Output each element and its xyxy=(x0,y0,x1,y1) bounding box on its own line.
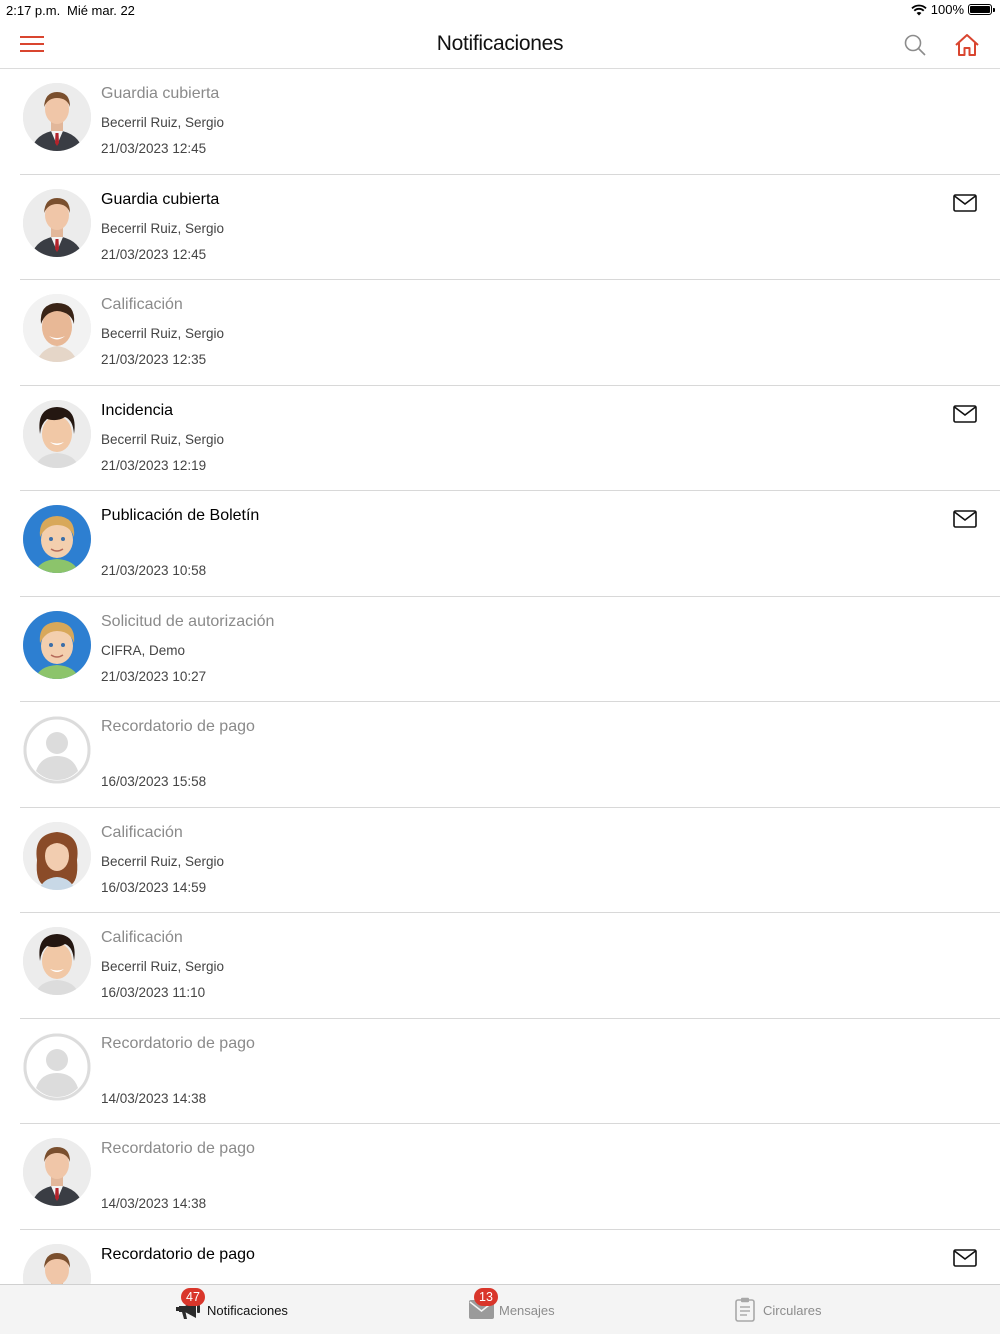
notification-date: 16/03/2023 15:58 xyxy=(101,774,207,789)
notification-item[interactable]: Recordatorio de pago 14/03/2023 14:38 xyxy=(20,1019,1000,1124)
notification-date: 21/03/2023 10:58 xyxy=(101,563,207,578)
notification-author: Becerril Ruiz, Sergio xyxy=(101,959,225,974)
notification-item[interactable]: Calificación Becerril Ruiz, Sergio 16/03/2… xyxy=(20,913,1000,1019)
notification-title: Incidencia xyxy=(101,401,174,419)
notification-author: Becerril Ruiz, Sergio xyxy=(101,115,225,130)
notification-author: Becerril Ruiz, Sergio xyxy=(101,220,225,236)
tab-circulares-label: Circulares xyxy=(763,1303,822,1318)
notification-item[interactable]: Recordatorio de pago xyxy=(20,1230,1000,1284)
boy-dark-hair-avatar xyxy=(23,927,91,995)
tab-bar: 47 Notificaciones 13 Mensajes Circulares xyxy=(0,1284,1000,1334)
notification-author: Becerril Ruiz, Sergio xyxy=(101,326,225,341)
status-time: 2:17 p.m. xyxy=(6,3,61,18)
man-suit-avatar xyxy=(23,1243,91,1284)
notification-title: Calificación xyxy=(101,823,183,841)
notification-date: 21/03/2023 12:35 xyxy=(101,352,207,367)
notification-item[interactable]: Calificación Becerril Ruiz, Sergio 21/03/2… xyxy=(20,280,1000,386)
navigation-bar: Notificaciones xyxy=(0,22,1000,69)
notification-title: Publicación de Boletín xyxy=(101,507,260,524)
status-date: Mié mar. 22 xyxy=(67,3,135,18)
tab-mensajes-label: Mensajes xyxy=(499,1303,555,1318)
notification-title: Guardia cubierta xyxy=(101,85,220,102)
notification-author: Becerril Ruiz, Sergio xyxy=(101,431,225,447)
notificaciones-badge: 47 xyxy=(181,1288,205,1306)
girl-avatar xyxy=(23,821,91,890)
tab-mensajes[interactable]: 13 Mensajes xyxy=(469,1285,569,1334)
search-icon[interactable] xyxy=(903,33,927,57)
default-user-avatar xyxy=(23,716,91,784)
notification-date: 14/03/2023 14:38 xyxy=(101,1196,207,1211)
default-user-avatar xyxy=(23,1032,91,1101)
notification-title: Recordatorio de pago xyxy=(101,1245,255,1263)
notification-item[interactable]: Guardia cubierta Becerril Ruiz, Sergio 21/… xyxy=(20,175,1000,280)
notification-date: 21/03/2023 12:45 xyxy=(101,246,207,262)
notification-item[interactable]: Recordatorio de pago 16/03/2023 15:58 xyxy=(20,702,1000,808)
notification-date: 21/03/2023 12:45 xyxy=(101,141,207,156)
blond-boy-avatar xyxy=(23,610,91,679)
notification-item[interactable]: Solicitud de autorización CIFRA, Demo 21/0… xyxy=(20,597,1000,702)
status-bar: 2:17 p.m. Mié mar. 22 100% xyxy=(0,0,1000,22)
tab-notificaciones[interactable]: 47 Notificaciones xyxy=(176,1285,306,1334)
notification-author: Becerril Ruiz, Sergio xyxy=(101,853,225,869)
notification-date: 21/03/2023 12:19 xyxy=(101,457,207,473)
man-suit-avatar xyxy=(23,1138,91,1206)
notification-item[interactable]: Guardia cubierta Becerril Ruiz, Sergio 21/… xyxy=(20,69,1000,175)
home-icon[interactable] xyxy=(954,32,980,58)
notification-title: Calificación xyxy=(101,296,183,313)
notification-item[interactable]: Recordatorio de pago 14/03/2023 14:38 xyxy=(20,1124,1000,1230)
wifi-icon xyxy=(911,4,927,15)
notification-title: Recordatorio de pago xyxy=(101,1034,255,1052)
notification-title: Solicitud de autorización xyxy=(101,612,275,630)
notification-author: CIFRA, Demo xyxy=(101,642,186,658)
tab-circulares[interactable]: Circulares xyxy=(735,1285,835,1334)
mail-icon[interactable] xyxy=(953,404,977,423)
notification-date: 21/03/2023 10:27 xyxy=(101,668,207,684)
battery-icon xyxy=(968,4,995,15)
notification-date: 16/03/2023 11:10 xyxy=(101,985,206,1000)
man-suit-avatar xyxy=(23,83,91,151)
boy-dark-hair-avatar xyxy=(23,399,91,468)
notification-item[interactable]: Publicación de Boletín 21/03/2023 10:58 xyxy=(20,491,1000,597)
mensajes-badge: 13 xyxy=(474,1288,498,1306)
man-suit-avatar xyxy=(23,188,91,257)
notification-item[interactable]: Incidencia Becerril Ruiz, Sergio 21/03/202… xyxy=(20,386,1000,491)
notification-date: 16/03/2023 14:59 xyxy=(101,879,207,895)
tab-notificaciones-label: Notificaciones xyxy=(207,1303,288,1318)
notification-title: Calificación xyxy=(101,929,183,946)
notification-title: Recordatorio de pago xyxy=(101,1140,255,1157)
mail-icon[interactable] xyxy=(953,193,977,212)
notification-title: Guardia cubierta xyxy=(101,190,220,208)
young-man-avatar xyxy=(23,294,91,362)
notification-title: Recordatorio de pago xyxy=(101,718,255,735)
notification-date: 14/03/2023 14:38 xyxy=(101,1090,207,1106)
status-indicators: 100% xyxy=(911,2,995,17)
notification-list: Guardia cubierta Becerril Ruiz, Sergio 21/… xyxy=(0,69,1000,1284)
clipboard-icon xyxy=(735,1297,755,1322)
page-title: Notificaciones xyxy=(436,32,564,55)
notification-item[interactable]: Calificación Becerril Ruiz, Sergio 16/03/2… xyxy=(20,808,1000,913)
battery-percent: 100% xyxy=(930,2,964,17)
mail-icon[interactable] xyxy=(953,510,977,528)
blond-boy-avatar xyxy=(23,505,91,573)
mail-icon[interactable] xyxy=(953,1248,977,1267)
